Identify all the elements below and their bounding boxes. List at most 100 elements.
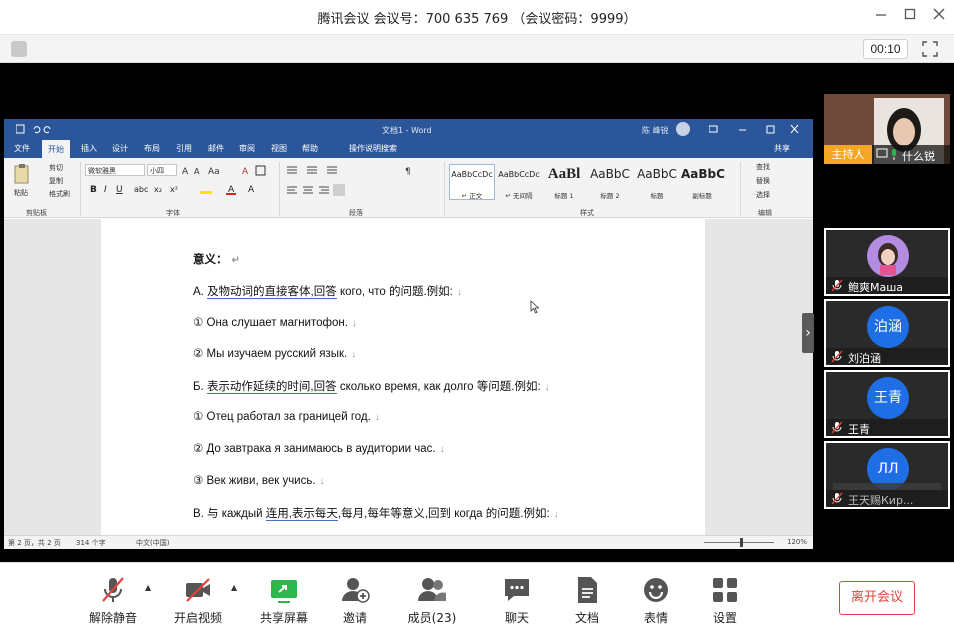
audio-options-caret-icon[interactable]: ▲ [145,583,151,592]
select-button[interactable]: 选择 [756,190,770,200]
style-name: 标题 2 [600,192,620,200]
copy-button[interactable]: 复制 [49,176,63,186]
word-document-area: 意义： ↵ А. 及物动词的直接客体,回答 кого, что 的问题.例如: ↓ … [4,219,813,535]
paste-icon[interactable] [13,163,31,185]
minimize-button[interactable] [872,7,890,25]
style-title[interactable]: AaBbC 标题 [634,164,680,200]
shared-screen-stage: 文档1 - Word 陈 峰锐 文件 开始 插入 设计 布局 引用 邮件 审阅 [0,63,954,562]
reactions-button[interactable]: 表情 [621,569,691,629]
tab-layout[interactable]: 布局 [144,143,160,154]
word-window-controls[interactable] [709,124,799,135]
host-video-tile[interactable]: 主持人 什么锐 [824,94,950,164]
svg-text:¶: ¶ [405,167,411,177]
share-screen-label: 共享屏幕 [259,611,308,625]
style-normal[interactable]: AaBbCcDc ↵ 正文 [449,164,495,200]
tell-me-search[interactable]: 操作说明搜索 [349,143,397,154]
fullscreen-icon[interactable] [922,41,938,57]
participant-name-bar: 王天赐Кир... [826,490,948,507]
share-button[interactable]: 共享 [774,143,790,154]
screen-share-icon [876,148,896,160]
doc-example-2: ② Мы изучаем русский язык. ↓ [193,348,357,360]
svg-text:A: A [242,167,249,177]
participant-avatar: 泊涵 [867,306,909,348]
doc-line-a: А. 及物动词的直接客体,回答 кого, что 的问题.例如: ↓ [193,286,462,299]
invite-button[interactable]: 邀请 [320,569,390,629]
cartoon-avatar-icon [878,243,898,275]
style-name: ↵ 无间隔 [505,192,533,200]
paste-button[interactable]: 粘贴 [14,188,28,198]
settings-button[interactable]: 设置 [690,569,760,629]
participant-tile[interactable]: ЛЛ 王天赐Кир... [824,441,950,509]
participant-name: 王天赐Кир... [848,494,914,507]
start-video-label: 开启视频 [173,611,222,625]
font-name-select[interactable]: 微软雅黑 [85,164,145,176]
chat-button[interactable]: 聊天 [482,569,552,629]
svg-text:abc: abc [134,185,148,194]
bottom-control-bar: 解除静音 ▲ 开启视频 ▲ 共享屏幕 邀请 成员(23) 聊天 文档 表情 设置… [0,562,954,633]
quick-access-icons[interactable] [16,124,76,135]
font-style-icons[interactable]: B I U abc x₂ x² A A [88,182,278,196]
style-no-spacing[interactable]: AaBbCcDc ↵ 无间隔 [496,164,542,200]
svg-text:I: I [104,185,107,195]
doc-heading-text: 意义： [193,254,228,266]
style-heading-1[interactable]: AaBl 标题 1 [542,164,586,200]
doc-line-c: В. 与 каждый 连用,表示每天,每月,每年等意义,回到 когда 的问… [193,508,559,521]
tab-file[interactable]: 文件 [14,143,30,154]
replace-button[interactable]: 替换 [756,176,770,186]
style-subtitle[interactable]: AaBbC 副标题 [680,164,725,200]
video-options-caret-icon[interactable]: ▲ [231,583,237,592]
tab-home[interactable]: 开始 [42,140,70,158]
participant-avatar [867,235,909,277]
status-page: 第 2 页，共 2 页 [8,539,61,547]
svg-text:A: A [194,167,200,176]
tab-view[interactable]: 视图 [271,143,287,154]
participant-tile[interactable]: 鲍爽Маша [824,228,950,296]
tab-help[interactable]: 帮助 [302,143,318,154]
chat-icon [505,579,529,601]
tab-design[interactable]: 设计 [112,143,128,154]
maximize-button[interactable] [901,7,919,25]
participant-name-bar: 王青 [826,419,948,436]
participant-tile[interactable]: 泊涵 刘泊涵 [824,299,950,367]
doc-example-1: ① Она слушает магнитофон. ↓ [193,317,357,329]
close-button[interactable] [930,7,948,25]
document-page[interactable]: 意义： ↵ А. 及物动词的直接客体,回答 кого, что 的问题.例如: ↓ … [101,219,705,535]
title-bar: 腾讯会议 会议号：700 635 769 （会议密码：9999） [0,0,954,34]
style-name: 副标题 [692,192,712,200]
minimize-icon [876,14,886,16]
status-words: 314 个字 [76,539,106,547]
word-user-avatar[interactable] [676,122,690,136]
cut-button[interactable]: 剪切 [49,163,63,173]
members-button[interactable]: 成员(23) [397,569,467,629]
chevron-right-icon[interactable]: › [802,313,814,353]
participant-name-bar: 刘泊涵 [826,348,948,365]
style-name: 标题 1 [554,192,574,200]
zoom-slider-thumb[interactable] [740,538,743,547]
leave-meeting-button[interactable]: 离开会议 [839,581,915,615]
find-button[interactable]: 查找 [756,162,770,172]
unmute-button[interactable]: 解除静音 [78,569,148,629]
docs-button[interactable]: 文档 [552,569,622,629]
font-size-select[interactable]: 小四 [147,164,177,176]
format-painter-button[interactable]: 格式刷 [49,189,70,199]
zoom-slider[interactable] [704,542,774,543]
tab-mailings[interactable]: 邮件 [208,143,224,154]
doc-text: А. [193,286,208,298]
paragraph-icons[interactable]: ¶ [285,164,440,198]
security-shield-icon[interactable] [11,41,27,57]
doc-text: кого, что 的问题.例如: [336,286,453,298]
smiley-icon [644,578,668,602]
style-name: 标题 [650,192,664,200]
settings-label: 设置 [712,611,737,625]
tab-references[interactable]: 引用 [176,143,192,154]
style-sample: AaBbC [590,167,630,181]
participant-name: 刘泊涵 [848,352,881,365]
doc-text: сколько время, как долго 等问题.例如: [336,381,541,393]
style-heading-2[interactable]: AaBbC 标题 2 [586,164,634,200]
tab-insert[interactable]: 插入 [81,143,97,154]
start-video-button[interactable]: 开启视频 [163,569,233,629]
participant-tile[interactable]: 王青 王青 [824,370,950,438]
share-screen-button[interactable]: 共享屏幕 [249,569,319,629]
tab-review[interactable]: 审阅 [239,143,255,154]
doc-text: ② Мы изучаем русский язык. [193,348,348,360]
